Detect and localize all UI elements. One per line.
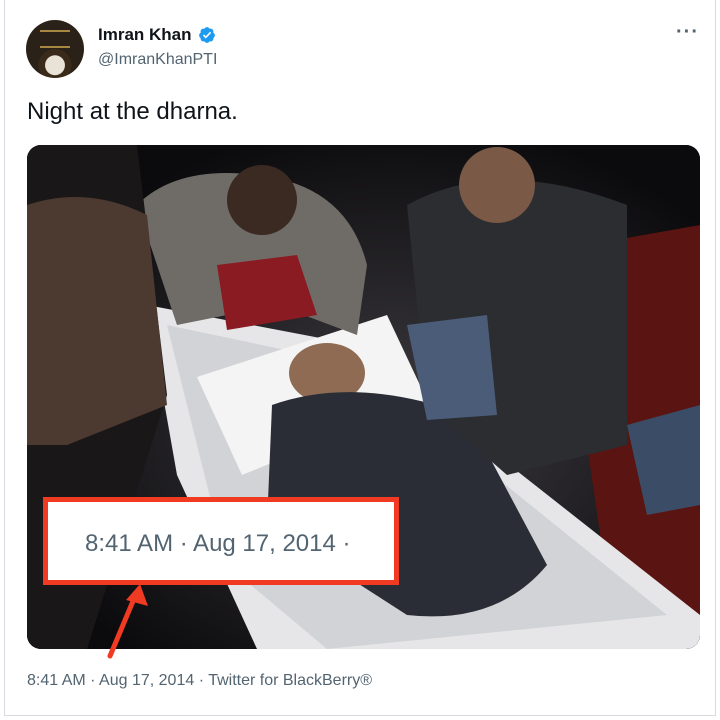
author-handle[interactable]: @ImranKhanPTI — [98, 51, 217, 69]
tweet-time[interactable]: 8:41 AM — [27, 672, 86, 689]
tweet-source[interactable]: Twitter for BlackBerry® — [208, 672, 372, 689]
author-avatar[interactable] — [26, 20, 84, 78]
more-options-icon[interactable]: ··· — [676, 22, 699, 42]
tweet-date[interactable]: Aug 17, 2014 — [99, 672, 194, 689]
red-arrow-icon — [107, 584, 148, 659]
meta-separator: · — [198, 672, 205, 689]
timestamp-callout: 8:41 AM · Aug 17, 2014 · — [43, 497, 399, 585]
meta-separator: · — [90, 672, 96, 689]
tweet-meta: 8:41 AM · Aug 17, 2014 · Twitter for Bla… — [27, 672, 372, 690]
author-name[interactable]: Imran Khan — [98, 25, 192, 45]
verified-badge-icon — [199, 27, 215, 43]
callout-timestamp-text: 8:41 AM · Aug 17, 2014 · — [85, 530, 351, 557]
tweet-text: Night at the dharna. — [27, 98, 238, 125]
avatar-urdu-script — [40, 30, 70, 48]
